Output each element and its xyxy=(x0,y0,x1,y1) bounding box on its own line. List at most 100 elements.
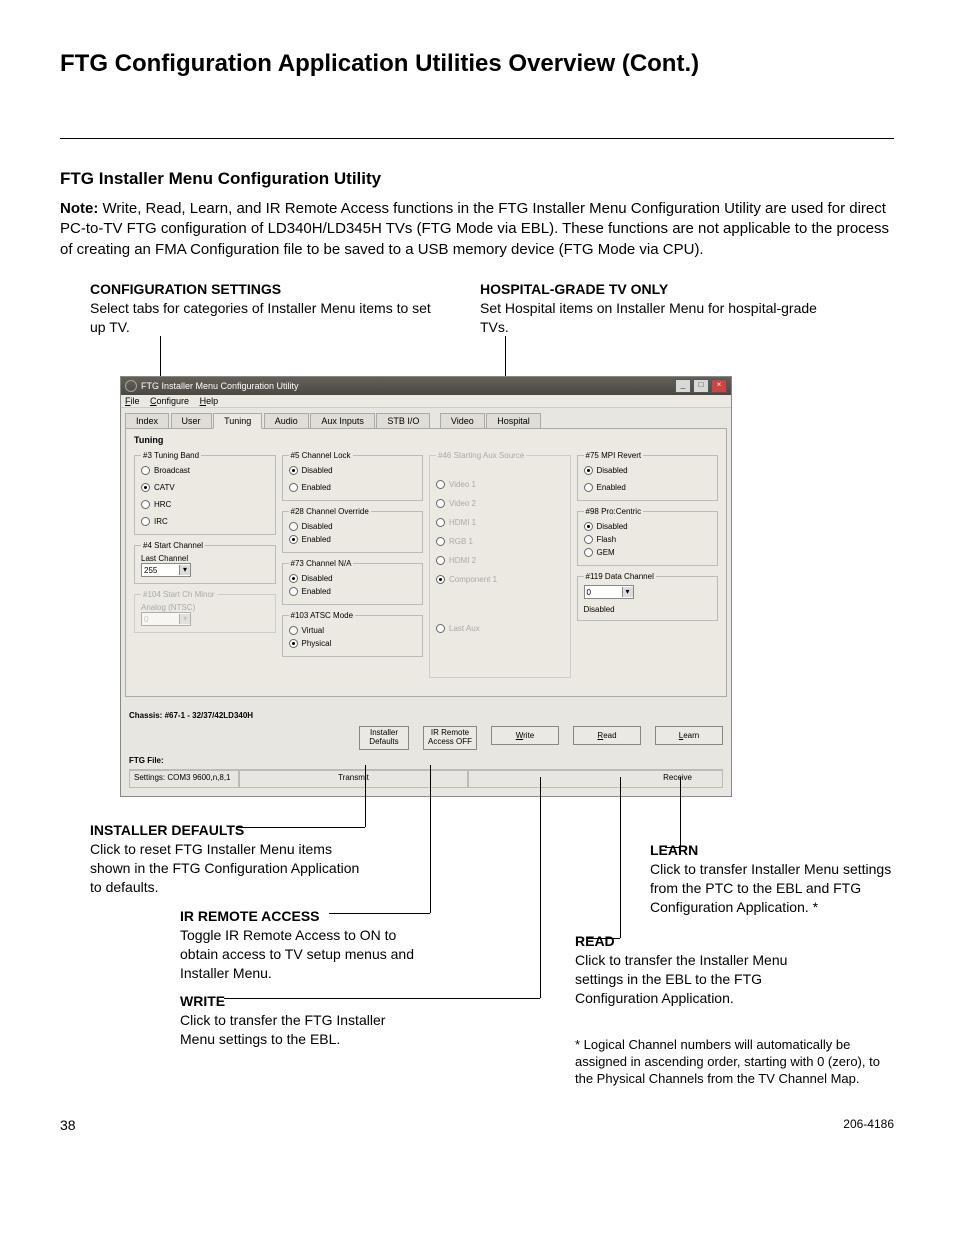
radio-label: Video 1 xyxy=(449,480,476,489)
radio-video1 xyxy=(436,480,445,489)
radio-video2 xyxy=(436,499,445,508)
close-button[interactable]: × xyxy=(711,379,727,393)
radio-label: Component 1 xyxy=(449,575,497,584)
titlebar: FTG Installer Menu Configuration Utility… xyxy=(121,377,731,395)
maximize-button[interactable]: □ xyxy=(693,379,709,393)
panel-header: Tuning xyxy=(134,435,718,445)
minimize-button[interactable]: _ xyxy=(675,379,691,393)
tab-audio[interactable]: Audio xyxy=(264,413,309,428)
group-legend: #119 Data Channel xyxy=(584,572,656,581)
dropdown-value: 255 xyxy=(142,566,179,575)
radio-enabled[interactable] xyxy=(289,587,298,596)
radio-irc[interactable] xyxy=(141,517,150,526)
menu-help[interactable]: Help xyxy=(200,396,219,406)
callout-title: HOSPITAL-GRADE TV ONLY xyxy=(480,280,840,299)
radio-disabled[interactable] xyxy=(289,574,298,583)
radio-virtual[interactable] xyxy=(289,626,298,635)
tab-stb-io[interactable]: STB I/O xyxy=(376,413,430,428)
radio-label: Virtual xyxy=(302,626,325,635)
horizontal-rule xyxy=(60,138,894,139)
radio-broadcast[interactable] xyxy=(141,466,150,475)
callout-body: Select tabs for categories of Installer … xyxy=(90,299,450,337)
radio-last-aux xyxy=(436,624,445,633)
radio-hdmi1 xyxy=(436,518,445,527)
read-button[interactable]: Read xyxy=(573,726,641,745)
radio-disabled[interactable] xyxy=(289,466,298,475)
write-button[interactable]: Write xyxy=(491,726,559,745)
app-window: FTG Installer Menu Configuration Utility… xyxy=(120,376,732,797)
callout-read: READ Click to transfer the Installer Men… xyxy=(575,932,835,1008)
learn-button[interactable]: Learn xyxy=(655,726,723,745)
footnote-body: Logical Channel numbers will automatical… xyxy=(575,1037,880,1086)
callout-body: Click to reset FTG Installer Menu items … xyxy=(90,841,359,895)
page-title: FTG Configuration Application Utilities … xyxy=(60,50,894,78)
chevron-down-icon: ▾ xyxy=(622,587,633,597)
radio-gem[interactable] xyxy=(584,548,593,557)
radio-flash[interactable] xyxy=(584,535,593,544)
radio-label: HRC xyxy=(154,500,171,509)
callout-ir-remote: IR REMOTE ACCESS Toggle IR Remote Access… xyxy=(180,907,430,983)
ir-remote-access-button[interactable]: IR Remote Access OFF xyxy=(423,726,477,750)
callout-body: Click to transfer Installer Menu setting… xyxy=(650,861,891,915)
radio-label: Enabled xyxy=(302,483,331,492)
menu-configure[interactable]: Configure xyxy=(150,396,189,406)
radio-label: GEM xyxy=(597,548,615,557)
radio-label: Disabled xyxy=(302,522,333,531)
group-data-channel: #119 Data Channel 0▾ Disabled xyxy=(577,572,719,621)
radio-disabled[interactable] xyxy=(289,522,298,531)
group-starting-aux-source: #46 Starting Aux Source Video 1 Video 2 … xyxy=(429,451,571,678)
radio-label: Disabled xyxy=(302,574,333,583)
tab-hospital[interactable]: Hospital xyxy=(486,413,541,428)
group-legend: #4 Start Channel xyxy=(141,541,205,550)
callout-title: IR REMOTE ACCESS xyxy=(180,908,320,924)
radio-disabled[interactable] xyxy=(584,522,593,531)
tab-aux-inputs[interactable]: Aux Inputs xyxy=(310,413,375,428)
group-pro-centric: #98 Pro:Centric Disabled Flash GEM xyxy=(577,507,719,566)
group-atsc-mode: #103 ATSC Mode Virtual Physical xyxy=(282,611,424,657)
footnote: * Logical Channel numbers will automatic… xyxy=(575,1037,885,1088)
start-channel-dropdown[interactable]: 255▾ xyxy=(141,563,191,577)
tab-tuning[interactable]: Tuning xyxy=(213,413,262,429)
radio-disabled[interactable] xyxy=(584,466,593,475)
radio-component1 xyxy=(436,575,445,584)
radio-label: CATV xyxy=(154,483,175,492)
window-title: FTG Installer Menu Configuration Utility xyxy=(141,381,299,391)
menubar: File Configure Help xyxy=(121,395,731,408)
radio-enabled[interactable] xyxy=(289,483,298,492)
radio-label: HDMI 2 xyxy=(449,556,476,565)
radio-hrc[interactable] xyxy=(141,500,150,509)
tab-index[interactable]: Index xyxy=(125,413,169,428)
status-transmit: Transmit xyxy=(239,770,468,788)
radio-label: IRC xyxy=(154,517,168,526)
radio-catv[interactable] xyxy=(141,483,150,492)
group-tuning-band: #3 Tuning Band Broadcast CATV HRC IRC xyxy=(134,451,276,535)
status-settings: Settings: COM3 9600,n,8,1 xyxy=(129,770,239,788)
radio-hdmi2 xyxy=(436,556,445,565)
radio-label: Enabled xyxy=(302,587,331,596)
radio-label: Video 2 xyxy=(449,499,476,508)
chevron-down-icon: ▾ xyxy=(179,565,190,575)
callout-body: Set Hospital items on Installer Menu for… xyxy=(480,299,840,337)
tab-strip: Index User Tuning Audio Aux Inputs STB I… xyxy=(121,408,731,428)
group-mpi-revert: #75 MPI Revert Disabled Enabled xyxy=(577,451,719,501)
installer-defaults-button[interactable]: Installer Defaults xyxy=(359,726,409,750)
dropdown-value: 0 xyxy=(142,615,179,624)
radio-enabled[interactable] xyxy=(584,483,593,492)
section-heading: FTG Installer Menu Configuration Utility xyxy=(60,169,894,189)
radio-label: Enabled xyxy=(597,483,626,492)
tab-video[interactable]: Video xyxy=(440,413,485,428)
field-label: Analog (NTSC) xyxy=(141,603,269,612)
callout-write: WRITE Click to transfer the FTG Installe… xyxy=(180,992,420,1049)
radio-physical[interactable] xyxy=(289,639,298,648)
tab-user[interactable]: User xyxy=(171,413,212,428)
tab-panel-tuning: Tuning #3 Tuning Band Broadcast CATV HRC… xyxy=(125,428,727,697)
menu-file[interactable]: File xyxy=(125,396,140,406)
group-start-ch-minor: #104 Start Ch Minor Analog (NTSC) 0▾ xyxy=(134,590,276,633)
radio-enabled[interactable] xyxy=(289,535,298,544)
data-channel-dropdown[interactable]: 0▾ xyxy=(584,585,634,599)
radio-label: Physical xyxy=(302,639,332,648)
group-legend: #73 Channel N/A xyxy=(289,559,354,568)
bottom-area: Chassis: #67-1 - 32/37/42LD340H Installe… xyxy=(121,701,731,796)
note-body: Write, Read, Learn, and IR Remote Access… xyxy=(60,200,889,258)
radio-label: Enabled xyxy=(302,535,331,544)
